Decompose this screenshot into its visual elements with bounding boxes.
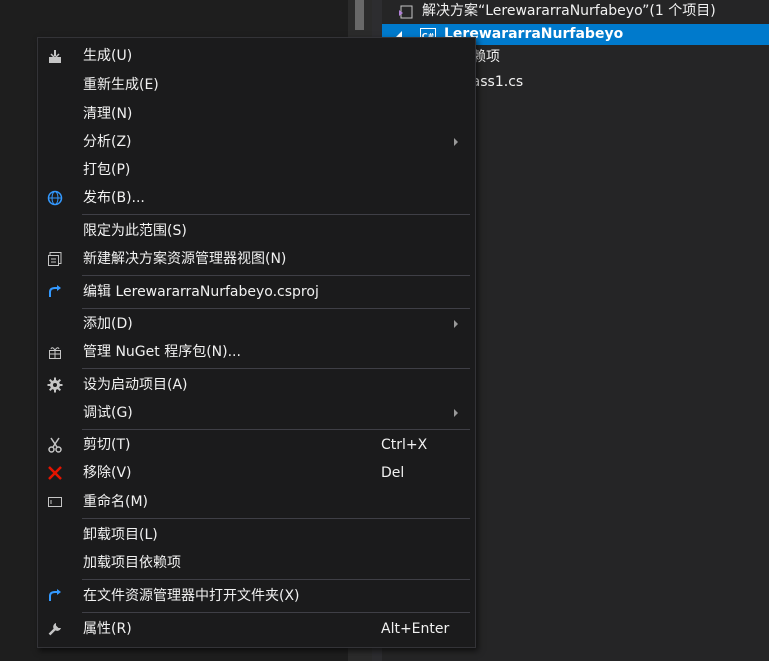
menu-item-nuget[interactable]: 管理 NuGet 程序包(N)... (38, 338, 475, 366)
menu-item-clean[interactable]: 清理(N) (38, 100, 475, 128)
open-folder-arrow-icon (46, 587, 64, 605)
tree-row-solution[interactable]: 解决方案“LerewararraNurfabeyo”(1 个项目) (382, 1, 769, 22)
publish-icon (46, 189, 64, 207)
nuget-icon (46, 343, 64, 361)
menu-item-properties[interactable]: 属性(R) Alt+Enter (38, 615, 475, 643)
scrollbar-thumb[interactable] (355, 0, 364, 30)
gear-icon (46, 376, 64, 394)
menu-separator (82, 308, 470, 309)
menu-item-label: 加载项目依赖项 (83, 555, 181, 571)
menu-separator (82, 612, 470, 613)
menu-item-analyze[interactable]: 分析(Z) (38, 128, 475, 156)
menu-item-label: 卸载项目(L) (83, 527, 158, 543)
menu-item-edit-project[interactable]: 编辑 LerewararraNurfabeyo.csproj (38, 278, 475, 306)
menu-item-label: 设为启动项目(A) (83, 377, 188, 393)
menu-item-label: 限定为此范围(S) (83, 223, 187, 239)
new-view-icon (46, 250, 64, 268)
menu-separator (82, 214, 470, 215)
menu-item-open-folder[interactable]: 在文件资源管理器中打开文件夹(X) (38, 582, 475, 610)
menu-item-label: 发布(B)... (83, 190, 145, 206)
menu-item-new-view[interactable]: 新建解决方案资源管理器视图(N) (38, 245, 475, 273)
rename-icon (46, 493, 64, 511)
menu-item-label: 重新生成(E) (83, 77, 159, 93)
menu-item-label: 属性(R) (83, 621, 132, 637)
shortcut-label: Del (381, 465, 405, 481)
menu-item-label: 剪切(T) (83, 437, 131, 453)
menu-item-unload[interactable]: 卸载项目(L) (38, 521, 475, 549)
menu-item-debug[interactable]: 调试(G) (38, 399, 475, 427)
menu-separator (82, 368, 470, 369)
submenu-arrow-icon (454, 138, 458, 146)
menu-item-rename[interactable]: 重命名(M) (38, 488, 475, 516)
menu-item-pack[interactable]: 打包(P) (38, 156, 475, 184)
menu-item-label: 清理(N) (83, 106, 133, 122)
menu-separator (82, 579, 470, 580)
wrench-icon (46, 620, 64, 638)
submenu-arrow-icon (454, 409, 458, 417)
menu-item-set-startup[interactable]: 设为启动项目(A) (38, 371, 475, 399)
menu-item-label: 添加(D) (83, 316, 133, 332)
shortcut-label: Alt+Enter (381, 621, 450, 637)
remove-icon (46, 464, 64, 482)
menu-separator (82, 429, 470, 430)
menu-item-label: 管理 NuGet 程序包(N)... (83, 344, 241, 360)
menu-item-label: 在文件资源管理器中打开文件夹(X) (83, 588, 300, 604)
scissors-icon (46, 436, 64, 454)
menu-item-label: 新建解决方案资源管理器视图(N) (83, 251, 287, 267)
menu-item-cut[interactable]: 剪切(T) Ctrl+X (38, 431, 475, 459)
menu-item-publish[interactable]: 发布(B)... (38, 184, 475, 212)
menu-item-rebuild[interactable]: 重新生成(E) (38, 71, 475, 99)
menu-item-scope[interactable]: 限定为此范围(S) (38, 217, 475, 245)
menu-item-label: 调试(G) (83, 405, 133, 421)
menu-item-remove[interactable]: 移除(V) Del (38, 459, 475, 487)
shortcut-label: Ctrl+X (381, 437, 428, 453)
build-icon (46, 47, 64, 65)
menu-item-label: 生成(U) (83, 48, 133, 64)
menu-separator (82, 275, 470, 276)
context-menu: 生成(U) 重新生成(E) 清理(N) 分析(Z) 打包(P) 发布(B)...… (37, 37, 476, 648)
menu-item-build[interactable]: 生成(U) (38, 42, 475, 70)
menu-item-label: 打包(P) (83, 162, 131, 178)
menu-item-label: 重命名(M) (83, 494, 149, 510)
menu-item-label: 分析(Z) (83, 134, 132, 150)
menu-item-label: 编辑 LerewararraNurfabeyo.csproj (83, 284, 319, 300)
edit-project-icon (46, 283, 64, 301)
submenu-arrow-icon (454, 320, 458, 328)
menu-separator (82, 518, 470, 519)
menu-item-add[interactable]: 添加(D) (38, 310, 475, 338)
menu-item-label: 移除(V) (83, 465, 132, 481)
menu-item-load-deps[interactable]: 加载项目依赖项 (38, 549, 475, 577)
solution-label: 解决方案“LerewararraNurfabeyo”(1 个项目) (422, 3, 716, 19)
